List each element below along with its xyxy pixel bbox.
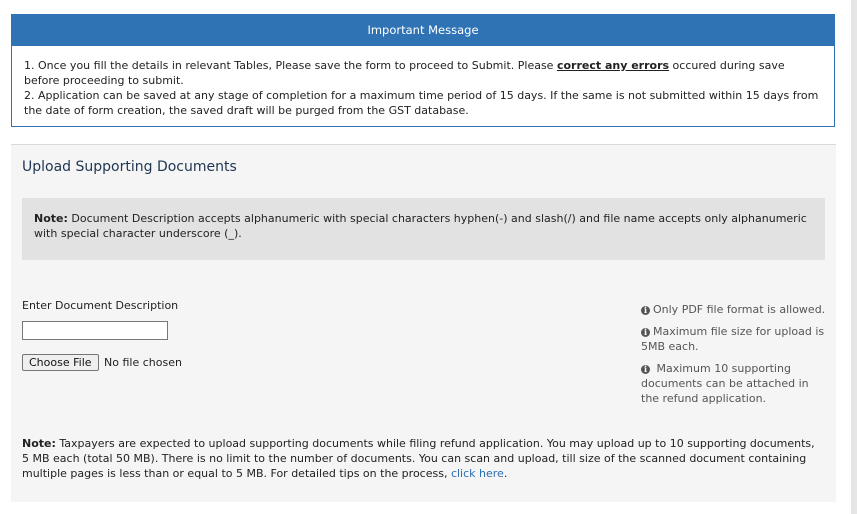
tip-pdf-only: i Only PDF file format is allowed.	[641, 302, 826, 317]
file-chooser: Choose File No file chosen	[22, 354, 182, 371]
no-file-chosen-text: No file chosen	[104, 356, 182, 369]
tip-max-size: i Maximum file size for upload is 5MB eac…	[641, 324, 826, 354]
choose-file-button[interactable]: Choose File	[22, 354, 99, 371]
tip-text: Only PDF file format is allowed.	[653, 303, 826, 316]
upload-documents-panel: Upload Supporting Documents Note: Docume…	[11, 144, 836, 502]
upload-guidelines-note: Note: Taxpayers are expected to upload s…	[22, 436, 822, 481]
important-message-body: 1. Once you fill the details in relevant…	[12, 46, 834, 118]
message-line-1: 1. Once you fill the details in relevant…	[24, 58, 822, 88]
document-description-label: Enter Document Description	[22, 299, 179, 312]
important-message-header: Important Message	[12, 15, 834, 46]
tip-text: Maximum file size for upload is 5MB each…	[641, 325, 825, 353]
note-label: Note:	[34, 212, 68, 225]
message-line-1-text: 1. Once you fill the details in relevant…	[24, 59, 557, 72]
important-message-box: Important Message 1. Once you fill the d…	[11, 14, 835, 127]
bottom-note-label: Note:	[22, 437, 56, 450]
upload-section-title: Upload Supporting Documents	[22, 159, 237, 175]
bottom-note-end: .	[503, 467, 508, 480]
info-icon: i	[641, 328, 650, 337]
info-icon: i	[641, 365, 650, 374]
message-line-2: 2. Application can be saved at any stage…	[24, 89, 819, 117]
note-text: Document Description accepts alphanumeri…	[34, 212, 807, 240]
tip-text: Maximum 10 supporting documents can be a…	[641, 362, 809, 405]
description-note-box: Note: Document Description accepts alpha…	[22, 198, 825, 260]
click-here-link[interactable]: click here	[451, 467, 504, 480]
upload-tips: i Only PDF file format is allowed. i Maxim…	[641, 302, 826, 413]
tip-max-count: i Maximum 10 supporting documents can be…	[641, 361, 826, 406]
info-icon: i	[641, 306, 650, 315]
document-description-input[interactable]	[22, 321, 168, 340]
page-scrollbar[interactable]	[851, 0, 857, 514]
correct-errors-emphasis: correct any errors	[556, 59, 670, 72]
bottom-note-text: Taxpayers are expected to upload support…	[22, 437, 815, 480]
